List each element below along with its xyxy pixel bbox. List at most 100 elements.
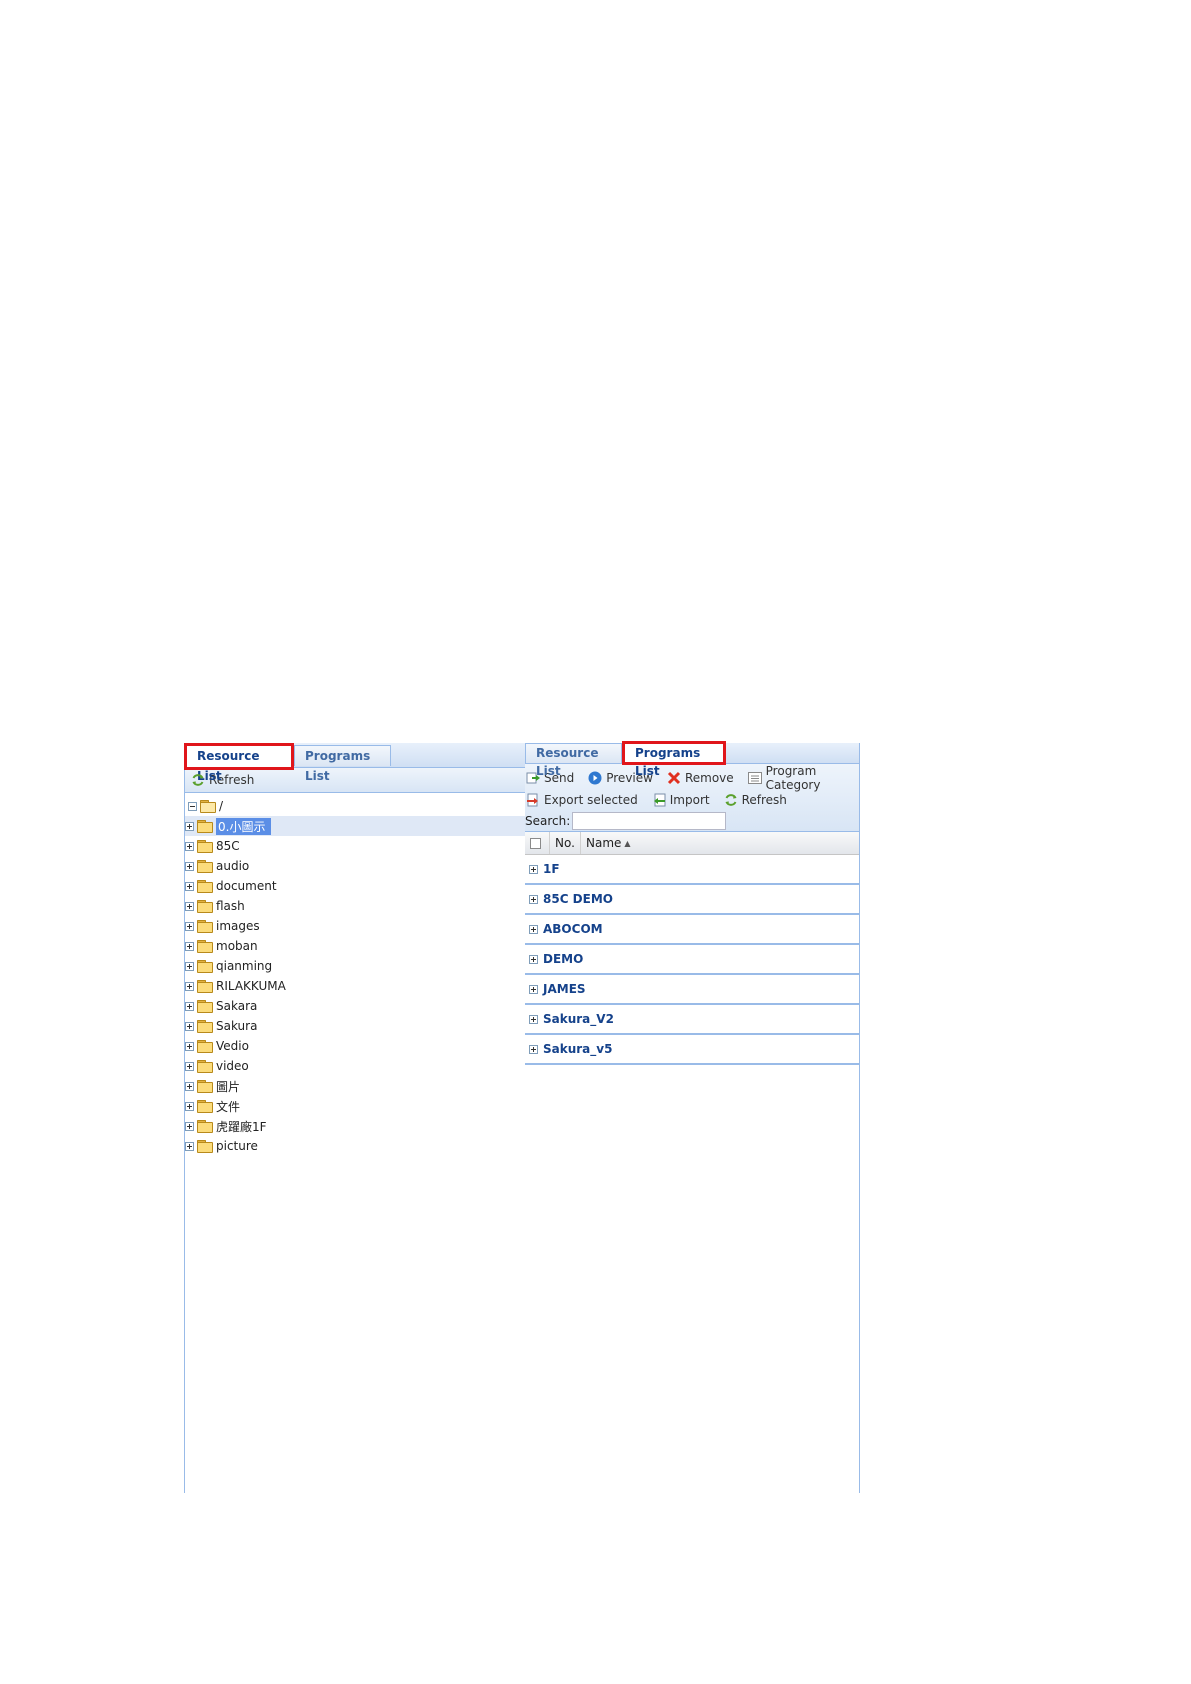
refresh-button[interactable]: Refresh <box>724 793 793 807</box>
tree-item[interactable]: images <box>185 916 526 936</box>
tree-item[interactable]: Sakara <box>185 996 526 1016</box>
right-tabstrip: Resource List Programs List <box>525 741 859 778</box>
tree-item[interactable]: qianming <box>185 956 526 976</box>
tab-resource-list[interactable]: Resource List <box>525 743 622 778</box>
tree-item[interactable]: document <box>185 876 526 896</box>
tree-item[interactable]: 文件 <box>185 1096 526 1116</box>
tree-item[interactable]: Sakura <box>185 1016 526 1036</box>
tree-item[interactable]: 0.小圖示 <box>185 816 526 836</box>
refresh-button[interactable]: Refresh <box>191 773 260 787</box>
expand-icon[interactable] <box>185 1121 194 1131</box>
tree-item-label: Sakura <box>216 1019 258 1033</box>
tree-item[interactable]: picture <box>185 1136 526 1156</box>
expand-icon[interactable] <box>185 901 194 911</box>
column-header-name[interactable]: Name ▲ <box>581 832 859 854</box>
expand-icon[interactable] <box>185 1001 194 1011</box>
expand-icon[interactable] <box>185 961 194 971</box>
left-toolbar: Refresh <box>185 768 526 793</box>
program-group-label: DEMO <box>543 952 584 966</box>
folder-icon <box>197 1140 213 1153</box>
tree-item-label: 85C <box>216 839 240 853</box>
collapse-icon[interactable] <box>188 801 197 811</box>
tree-item-label: video <box>216 1059 249 1073</box>
expand-icon[interactable] <box>185 1041 194 1051</box>
sort-ascending-icon: ▲ <box>624 838 631 848</box>
tree-item-label: flash <box>216 899 245 913</box>
refresh-icon <box>191 773 205 787</box>
folder-icon <box>197 940 213 953</box>
program-group-row[interactable]: Sakura_V2 <box>525 1005 859 1035</box>
tree-item[interactable]: flash <box>185 896 526 916</box>
folder-icon <box>197 1100 213 1113</box>
tree-item[interactable]: 虎躍廠1F <box>185 1116 526 1136</box>
remove-button[interactable]: Remove <box>667 771 740 785</box>
tree-item[interactable]: 85C <box>185 836 526 856</box>
remove-label: Remove <box>684 771 734 785</box>
programs-toolbar: Send Preview Remove Program Category Exp… <box>525 764 859 832</box>
expand-icon[interactable] <box>185 841 194 851</box>
export-selected-button[interactable]: Export selected <box>526 793 644 807</box>
expand-icon[interactable] <box>185 881 194 891</box>
expand-icon[interactable] <box>185 1081 194 1091</box>
expand-icon[interactable] <box>185 1061 194 1071</box>
program-group-row[interactable]: ABOCOM <box>525 915 859 945</box>
resource-tree: / 0.小圖示 85C audio document flash images moban q… <box>185 793 526 1156</box>
select-all-checkbox[interactable] <box>530 837 541 849</box>
tree-root[interactable]: / <box>185 796 526 816</box>
tree-root-label: / <box>219 799 224 813</box>
tree-item-label: images <box>216 919 260 933</box>
expand-icon[interactable] <box>529 864 538 874</box>
folder-icon <box>197 840 213 853</box>
expand-icon[interactable] <box>529 1044 538 1054</box>
program-group-label: Sakura_v5 <box>543 1042 613 1056</box>
expand-icon[interactable] <box>529 984 538 994</box>
program-group-row[interactable]: 1F <box>525 855 859 885</box>
tree-item-label: moban <box>216 939 258 953</box>
expand-icon[interactable] <box>529 954 538 964</box>
grid-header: No. Name ▲ <box>525 832 859 855</box>
program-group-label: 1F <box>543 862 560 876</box>
search-input[interactable] <box>572 812 727 830</box>
tree-item[interactable]: RILAKKUMA <box>185 976 526 996</box>
tab-programs-list[interactable]: Programs List <box>622 741 726 778</box>
expand-icon[interactable] <box>185 861 194 871</box>
column-header-no[interactable]: No. <box>550 832 581 854</box>
program-group-row[interactable]: JAMES <box>525 975 859 1005</box>
tab-resource-list[interactable]: Resource List <box>184 743 294 783</box>
remove-x-icon <box>667 771 681 785</box>
expand-icon[interactable] <box>185 921 194 931</box>
tab-programs-list[interactable]: Programs List <box>294 745 391 783</box>
expand-icon[interactable] <box>529 1014 538 1024</box>
expand-icon[interactable] <box>529 894 538 904</box>
tree-item[interactable]: Vedio <box>185 1036 526 1056</box>
search-label: Search: <box>525 814 571 828</box>
select-all-checkbox-cell[interactable] <box>525 832 550 854</box>
expand-icon[interactable] <box>185 941 194 951</box>
program-group-row[interactable]: Sakura_v5 <box>525 1035 859 1065</box>
expand-icon[interactable] <box>185 1021 194 1031</box>
programs-panel: Resource List Programs List Send Preview… <box>525 741 860 1493</box>
export-selected-label: Export selected <box>544 793 638 807</box>
folder-icon <box>197 1000 213 1013</box>
import-button[interactable]: Import <box>652 793 716 807</box>
expand-icon[interactable] <box>185 821 194 831</box>
program-category-label: Program Category <box>765 764 821 792</box>
program-group-row[interactable]: DEMO <box>525 945 859 975</box>
tree-item-label: 虎躍廠1F <box>216 1119 267 1134</box>
expand-icon[interactable] <box>185 1141 194 1151</box>
program-group-row[interactable]: 85C DEMO <box>525 885 859 915</box>
expand-icon[interactable] <box>185 1101 194 1111</box>
expand-icon[interactable] <box>529 924 538 934</box>
tree-item[interactable]: 圖片 <box>185 1076 526 1096</box>
program-category-button[interactable]: Program Category <box>747 764 859 792</box>
tree-item-label: RILAKKUMA <box>216 979 286 993</box>
expand-icon[interactable] <box>185 981 194 991</box>
tree-item-label: 圖片 <box>216 1079 241 1094</box>
folder-icon <box>197 1080 213 1093</box>
tree-item[interactable]: moban <box>185 936 526 956</box>
program-group-label: ABOCOM <box>543 922 603 936</box>
tree-item[interactable]: video <box>185 1056 526 1076</box>
program-group-label: Sakura_V2 <box>543 1012 614 1026</box>
tree-item[interactable]: audio <box>185 856 526 876</box>
refresh-icon <box>724 793 738 807</box>
